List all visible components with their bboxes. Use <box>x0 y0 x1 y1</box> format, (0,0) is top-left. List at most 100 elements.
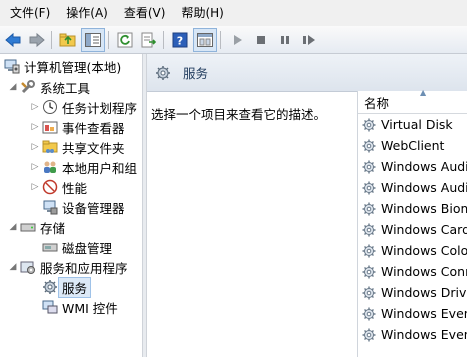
toolbar-separator <box>220 30 221 49</box>
column-header-name[interactable]: ▲ 名称 <box>358 88 467 114</box>
collapse-icon[interactable]: ◢ <box>8 222 18 232</box>
gear-icon <box>42 279 58 295</box>
restart-service-icon[interactable] <box>298 29 320 51</box>
properties-icon[interactable] <box>193 27 217 52</box>
tree-local-users[interactable]: ▷ 本地用户和组 <box>30 157 137 177</box>
menu-view[interactable]: 查看(V) <box>114 0 172 26</box>
service-gear-icon <box>361 264 377 280</box>
service-row[interactable]: Windows Audio Endpoint Builder <box>358 177 467 198</box>
service-name: Windows Event Collector <box>381 306 467 321</box>
service-name: Windows Connect Now <box>381 264 467 279</box>
tree-root[interactable]: 计算机管理(本地) <box>4 56 121 76</box>
expand-icon[interactable]: ▷ <box>30 102 40 112</box>
service-row[interactable]: Windows Audio <box>358 156 467 177</box>
tree-system-tools[interactable]: ◢ 系统工具 <box>8 77 90 97</box>
show-hide-tree-icon[interactable] <box>81 27 105 52</box>
toolbar-separator <box>51 30 52 49</box>
service-gear-icon <box>361 222 377 238</box>
services-list: ▲ 名称 Virtual Disk WebClient Windows Audio W… <box>357 88 467 357</box>
tree-storage[interactable]: ◢ 存储 <box>8 217 65 237</box>
service-row[interactable]: Windows Event Collector <box>358 303 467 324</box>
service-row[interactable]: Windows Driver Foundation <box>358 282 467 303</box>
refresh-icon[interactable] <box>114 29 136 51</box>
service-gear-icon <box>361 138 377 154</box>
tree-services-apps[interactable]: ◢ 服务和应用程序 <box>8 257 128 277</box>
service-name: Windows Color System <box>381 243 467 258</box>
service-name: Windows Audio <box>381 159 467 174</box>
service-gear-icon <box>361 327 377 343</box>
stop-service-icon[interactable] <box>250 29 272 51</box>
clock-icon <box>42 99 58 115</box>
disk-icon <box>42 239 58 255</box>
service-gear-icon <box>361 159 377 175</box>
up-folder-icon[interactable] <box>57 29 79 51</box>
service-gear-icon <box>361 306 377 322</box>
menu-action[interactable]: 操作(A) <box>56 0 114 26</box>
pause-service-icon[interactable] <box>274 29 296 51</box>
forward-arrow-icon[interactable] <box>26 29 48 51</box>
users-icon <box>42 159 58 175</box>
service-name: Windows Audio Endpoint Builder <box>381 180 467 195</box>
pane-header: 服务 <box>147 54 467 92</box>
console-tree: 计算机管理(本地) ◢ 系统工具 ▷ 任务计划程序 ▷ 事件查看器 ▷ 共享文件… <box>0 54 142 357</box>
service-name: Virtual Disk <box>381 117 453 132</box>
shared-folder-icon <box>42 139 58 155</box>
service-name: WebClient <box>381 138 445 153</box>
computer-management-icon <box>4 58 20 74</box>
tools-icon <box>20 79 36 95</box>
menu-help[interactable]: 帮助(H) <box>171 0 229 26</box>
collapse-icon[interactable]: ◢ <box>8 262 18 272</box>
expand-icon[interactable]: ▷ <box>30 182 40 192</box>
service-gear-icon <box>361 285 377 301</box>
service-gear-icon <box>361 180 377 196</box>
service-rows: Virtual Disk WebClient Windows Audio Window… <box>358 114 467 345</box>
service-row[interactable]: WebClient <box>358 135 467 156</box>
service-row[interactable]: Windows Connect Now <box>358 261 467 282</box>
service-name: Windows Biometric Service <box>381 201 467 216</box>
service-name: Windows CardSpace <box>381 222 467 237</box>
services-apps-icon <box>20 259 36 275</box>
device-manager-icon <box>42 199 58 215</box>
tree-shared-folders[interactable]: ▷ 共享文件夹 <box>30 137 125 157</box>
service-row[interactable]: Virtual Disk <box>358 114 467 135</box>
collapse-icon[interactable]: ◢ <box>8 82 18 92</box>
tree-event-viewer[interactable]: ▷ 事件查看器 <box>30 117 125 137</box>
performance-icon <box>42 179 58 195</box>
description-text: 选择一个项目来查看它的描述。 <box>151 107 327 122</box>
service-row[interactable]: Windows CardSpace <box>358 219 467 240</box>
service-gear-icon <box>361 201 377 217</box>
pane-title: 服务 <box>183 66 209 81</box>
toolbar-separator <box>163 30 164 49</box>
tree-root-label: 计算机管理(本地) <box>24 59 122 75</box>
tree-performance[interactable]: ▷ 性能 <box>30 177 87 197</box>
sort-ascending-icon: ▲ <box>420 88 427 97</box>
back-arrow-icon[interactable] <box>2 29 24 51</box>
services-pane: 服务 选择一个项目来查看它的描述。 ▲ 名称 Virtual Disk WebCl… <box>147 54 467 357</box>
service-name: Windows Event Log <box>381 327 467 342</box>
service-name: Windows Driver Foundation <box>381 285 467 300</box>
service-row[interactable]: Windows Event Log <box>358 324 467 345</box>
wmi-icon <box>42 299 58 315</box>
export-list-icon[interactable] <box>138 29 160 51</box>
service-row[interactable]: Windows Color System <box>358 240 467 261</box>
toolbar-separator <box>108 30 109 49</box>
tree-services[interactable]: 服务 <box>42 276 92 298</box>
tree-wmi-control[interactable]: WMI 控件 <box>42 297 118 317</box>
service-row[interactable]: Windows Biometric Service <box>358 198 467 219</box>
svg-text:?: ? <box>177 34 183 47</box>
expand-icon[interactable]: ▷ <box>30 162 40 172</box>
menu-file[interactable]: 文件(F) <box>0 0 56 26</box>
expand-icon[interactable]: ▷ <box>30 122 40 132</box>
help-icon[interactable]: ? <box>169 29 191 51</box>
storage-icon <box>20 219 36 235</box>
tree-device-manager[interactable]: 设备管理器 <box>42 197 125 217</box>
tree-disk-management[interactable]: 磁盘管理 <box>42 237 112 257</box>
menu-bar: 文件(F) 操作(A) 查看(V) 帮助(H) <box>0 0 467 26</box>
service-gear-icon <box>361 243 377 259</box>
gear-icon <box>155 65 171 81</box>
toolbar: ? <box>0 26 467 54</box>
expand-icon[interactable]: ▷ <box>30 142 40 152</box>
service-gear-icon <box>361 117 377 133</box>
start-service-icon[interactable] <box>226 29 248 51</box>
tree-task-scheduler[interactable]: ▷ 任务计划程序 <box>30 97 137 117</box>
